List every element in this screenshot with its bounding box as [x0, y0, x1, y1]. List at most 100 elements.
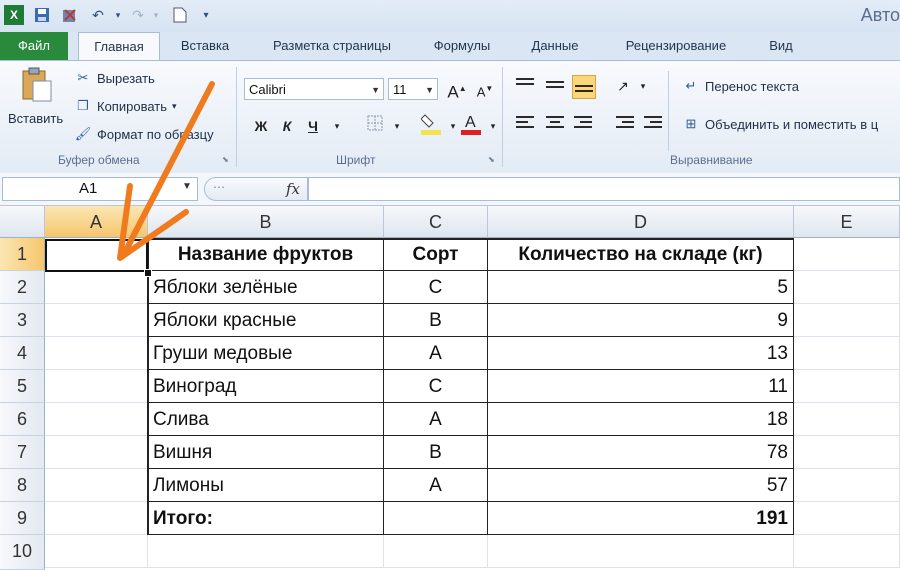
- excel-logo-icon[interactable]: X: [4, 5, 24, 25]
- copy-button[interactable]: ❐ Копировать ▾: [74, 97, 177, 115]
- tab-view[interactable]: Вид: [758, 32, 804, 60]
- font-color-button[interactable]: A: [460, 111, 482, 135]
- row-header-10[interactable]: 10: [0, 535, 45, 570]
- cell-e7[interactable]: [794, 436, 900, 469]
- cell-c2[interactable]: С: [384, 271, 488, 304]
- wrap-text-button[interactable]: ↵ Перенос текста: [682, 77, 799, 95]
- borders-dropdown-icon[interactable]: ▾: [386, 115, 408, 137]
- cell-d8[interactable]: 57: [488, 469, 794, 502]
- italic-button[interactable]: К: [276, 115, 298, 137]
- column-header-b[interactable]: B: [148, 206, 384, 238]
- cell-a10[interactable]: [45, 535, 148, 568]
- cell-b1[interactable]: Название фруктов: [148, 238, 384, 271]
- tab-review[interactable]: Рецензирование: [608, 32, 744, 60]
- cell-c7[interactable]: В: [384, 436, 488, 469]
- cell-b10[interactable]: [148, 535, 384, 568]
- paste-button[interactable]: Вставить: [8, 67, 63, 126]
- select-all-corner[interactable]: [0, 206, 45, 238]
- cell-e2[interactable]: [794, 271, 900, 304]
- cell-c9[interactable]: [384, 502, 488, 535]
- new-document-icon[interactable]: [170, 5, 190, 25]
- redo-icon[interactable]: ↷: [128, 5, 148, 25]
- cell-e6[interactable]: [794, 403, 900, 436]
- row-header-6[interactable]: 6: [0, 403, 45, 436]
- cell-a2[interactable]: [45, 271, 148, 304]
- format-painter-button[interactable]: 🖌 Формат по образцу: [74, 125, 214, 143]
- cell-c10[interactable]: [384, 535, 488, 568]
- tab-file[interactable]: Файл: [0, 32, 68, 60]
- save-icon[interactable]: [32, 5, 52, 25]
- undo-dropdown-icon[interactable]: ▾: [108, 5, 128, 25]
- orientation-dropdown-icon[interactable]: ▾: [632, 75, 654, 97]
- cell-d9[interactable]: 191: [488, 502, 794, 535]
- font-size-combo[interactable]: 11 ▼: [388, 78, 438, 100]
- cell-b4[interactable]: Груши медовые: [148, 337, 384, 370]
- row-header-8[interactable]: 8: [0, 469, 45, 502]
- cell-b2[interactable]: Яблоки зелёные: [148, 271, 384, 304]
- cell-d1[interactable]: Количество на складе (кг): [488, 238, 794, 271]
- decrease-indent-icon[interactable]: [614, 113, 636, 135]
- underline-dropdown-icon[interactable]: ▾: [326, 115, 348, 137]
- cell-a9[interactable]: [45, 502, 148, 535]
- cell-b8[interactable]: Лимоны: [148, 469, 384, 502]
- tab-home[interactable]: Главная: [78, 32, 160, 61]
- row-header-2[interactable]: 2: [0, 271, 45, 304]
- align-middle-icon[interactable]: [544, 75, 566, 97]
- cell-c3[interactable]: В: [384, 304, 488, 337]
- column-header-a[interactable]: A: [45, 206, 148, 238]
- increase-indent-icon[interactable]: [642, 113, 664, 135]
- cell-b6[interactable]: Слива: [148, 403, 384, 436]
- align-bottom-icon[interactable]: [572, 75, 596, 99]
- cell-b7[interactable]: Вишня: [148, 436, 384, 469]
- cell-d4[interactable]: 13: [488, 337, 794, 370]
- text-orientation-icon[interactable]: ↗: [612, 75, 634, 97]
- cell-b3[interactable]: Яблоки красные: [148, 304, 384, 337]
- cell-c5[interactable]: С: [384, 370, 488, 403]
- cell-a5[interactable]: [45, 370, 148, 403]
- bold-button[interactable]: Ж: [250, 115, 272, 137]
- borders-button[interactable]: [364, 115, 386, 137]
- cell-a3[interactable]: [45, 304, 148, 337]
- tab-insert[interactable]: Вставка: [170, 32, 240, 60]
- clipboard-launcher-icon[interactable]: ⬊: [222, 155, 229, 164]
- cell-b5[interactable]: Виноград: [148, 370, 384, 403]
- cell-c6[interactable]: А: [384, 403, 488, 436]
- cell-c8[interactable]: А: [384, 469, 488, 502]
- shrink-font-button[interactable]: A▼: [474, 78, 496, 100]
- insert-function-button[interactable]: fx: [286, 180, 300, 198]
- grow-font-button[interactable]: A▲: [446, 78, 468, 102]
- cell-d6[interactable]: 18: [488, 403, 794, 436]
- underline-button[interactable]: Ч: [302, 115, 324, 137]
- row-header-3[interactable]: 3: [0, 304, 45, 337]
- undo-with-disk-icon[interactable]: [60, 5, 80, 25]
- fill-handle[interactable]: [144, 269, 152, 277]
- tab-page-layout[interactable]: Разметка страницы: [258, 32, 406, 60]
- cell-d2[interactable]: 5: [488, 271, 794, 304]
- cell-a4[interactable]: [45, 337, 148, 370]
- cell-d3[interactable]: 9: [488, 304, 794, 337]
- row-header-9[interactable]: 9: [0, 502, 45, 535]
- align-top-icon[interactable]: [514, 75, 536, 97]
- cell-b9[interactable]: Итого:: [148, 502, 384, 535]
- cell-e5[interactable]: [794, 370, 900, 403]
- font-launcher-icon[interactable]: ⬊: [488, 155, 495, 164]
- row-header-1[interactable]: 1: [0, 238, 45, 271]
- name-box[interactable]: A1: [2, 177, 198, 201]
- cell-a7[interactable]: [45, 436, 148, 469]
- font-color-dropdown-icon[interactable]: ▾: [482, 115, 504, 137]
- column-header-e[interactable]: E: [794, 206, 900, 238]
- cell-c1[interactable]: Сорт: [384, 238, 488, 271]
- tab-formulas[interactable]: Формулы: [420, 32, 504, 60]
- tab-data[interactable]: Данные: [518, 32, 592, 60]
- cell-c4[interactable]: А: [384, 337, 488, 370]
- cell-e4[interactable]: [794, 337, 900, 370]
- chevron-down-icon[interactable]: ▼: [182, 181, 192, 192]
- copy-dropdown-icon[interactable]: ▾: [172, 101, 177, 112]
- column-header-d[interactable]: D: [488, 206, 794, 238]
- cell-e8[interactable]: [794, 469, 900, 502]
- cell-d7[interactable]: 78: [488, 436, 794, 469]
- fill-color-button[interactable]: [420, 111, 442, 135]
- cell-a8[interactable]: [45, 469, 148, 502]
- cell-d5[interactable]: 11: [488, 370, 794, 403]
- cell-e3[interactable]: [794, 304, 900, 337]
